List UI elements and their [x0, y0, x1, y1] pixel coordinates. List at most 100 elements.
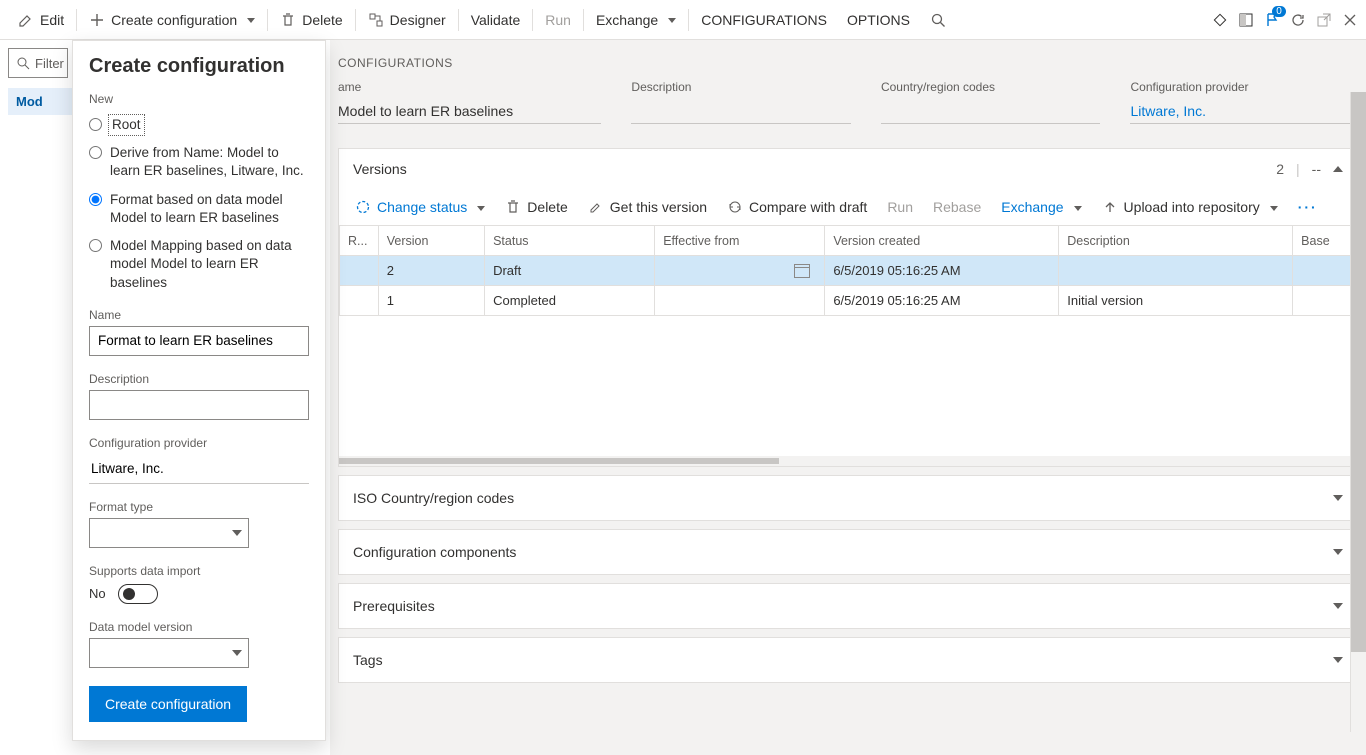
versions-table: R... Version Status Effective from Versi… [339, 225, 1357, 316]
option-format-label: Format based on data model Model to lear… [110, 191, 309, 227]
col-base[interactable]: Base [1293, 226, 1357, 256]
chevron-down-icon [1333, 603, 1343, 609]
option-format[interactable]: Format based on data model Model to lear… [89, 191, 309, 227]
provider-field-label: Configuration provider [89, 436, 309, 450]
description-label: Description [631, 80, 851, 94]
change-status-button[interactable]: Change status [347, 193, 493, 221]
create-config-label: Create configuration [111, 12, 237, 28]
chevron-down-icon [1333, 495, 1343, 501]
name-value: Model to learn ER baselines [338, 98, 601, 124]
validate-button[interactable]: Validate [461, 1, 531, 39]
option-derive[interactable]: Derive from Name: Model to learn ER base… [89, 144, 309, 180]
radio-derive[interactable] [89, 146, 102, 159]
name-field[interactable] [89, 326, 309, 356]
designer-label: Designer [390, 12, 446, 28]
chevron-down-icon [664, 12, 676, 28]
provider-value[interactable]: Litware, Inc. [1130, 98, 1350, 124]
col-status[interactable]: Status [485, 226, 655, 256]
chevron-down-icon [232, 650, 242, 656]
refresh-icon[interactable] [1290, 12, 1306, 28]
provider-label: Configuration provider [1130, 80, 1350, 94]
delete-button[interactable]: Delete [270, 1, 352, 39]
trash-icon [505, 199, 521, 215]
rebase-button: Rebase [925, 193, 989, 221]
radio-format[interactable] [89, 193, 102, 206]
chevron-up-icon[interactable] [1333, 166, 1343, 172]
notification-count: 0 [1272, 6, 1286, 17]
versions-extra: -- [1312, 161, 1321, 177]
search-icon [15, 55, 31, 71]
options-label: OPTIONS [847, 12, 910, 28]
designer-button[interactable]: Designer [358, 1, 456, 39]
edit-button-label: Edit [40, 12, 64, 28]
tree-item-label: Mod [16, 94, 43, 109]
compare-button[interactable]: Compare with draft [719, 193, 875, 221]
version-exchange-button[interactable]: Exchange [993, 193, 1089, 221]
more-button[interactable]: ··· [1290, 193, 1326, 221]
iso-section[interactable]: ISO Country/region codes [338, 475, 1358, 521]
popout-icon[interactable] [1316, 12, 1332, 28]
col-rev[interactable]: R... [340, 226, 379, 256]
get-version-button[interactable]: Get this version [580, 193, 715, 221]
top-toolbar: Edit Create configuration Delete Designe… [0, 0, 1366, 40]
calendar-icon[interactable] [794, 264, 810, 278]
search-icon [930, 12, 946, 28]
table-row[interactable]: 2 Draft 6/5/2019 05:16:25 AM [340, 256, 1357, 286]
edit-button[interactable]: Edit [8, 1, 74, 39]
option-mapping[interactable]: Model Mapping based on data model Model … [89, 237, 309, 292]
upload-repo-button[interactable]: Upload into repository [1094, 193, 1286, 221]
col-effective[interactable]: Effective from [655, 226, 825, 256]
version-delete-button[interactable]: Delete [497, 193, 575, 221]
options-tab[interactable]: OPTIONS [837, 1, 920, 39]
col-description[interactable]: Description [1059, 226, 1293, 256]
notification-button[interactable]: 0 [1264, 12, 1280, 28]
components-section[interactable]: Configuration components [338, 529, 1358, 575]
option-root-label: Root [110, 116, 143, 134]
chevron-down-icon [1333, 657, 1343, 663]
create-config-button[interactable]: Create configuration [79, 1, 265, 39]
provider-field [89, 454, 309, 484]
col-created[interactable]: Version created [825, 226, 1059, 256]
versions-title: Versions [353, 161, 407, 177]
plus-icon [89, 12, 105, 28]
dropdown-title: Create configuration [89, 55, 309, 78]
country-value [881, 98, 1101, 124]
data-model-version-select[interactable] [89, 638, 249, 668]
chevron-down-icon [1266, 199, 1278, 215]
vertical-scrollbar[interactable] [1350, 92, 1366, 732]
versions-count: 2 [1276, 161, 1284, 177]
configurations-label: CONFIGURATIONS [701, 12, 827, 28]
search-button[interactable] [920, 1, 956, 39]
close-icon[interactable] [1342, 12, 1358, 28]
name-label: ame [338, 80, 601, 94]
supports-import-toggle[interactable] [118, 584, 158, 604]
option-root[interactable]: Root [89, 116, 309, 134]
description-value [631, 98, 851, 124]
create-config-submit[interactable]: Create configuration [89, 686, 247, 722]
description-field[interactable] [89, 390, 309, 420]
data-model-version-label: Data model version [89, 620, 309, 634]
dropdown-new-label: New [89, 92, 309, 106]
run-label: Run [545, 12, 571, 28]
exchange-button[interactable]: Exchange [586, 1, 686, 39]
chevron-down-icon [1070, 199, 1082, 215]
col-version[interactable]: Version [378, 226, 484, 256]
configurations-tab[interactable]: CONFIGURATIONS [691, 1, 837, 39]
chevron-down-icon [473, 199, 485, 215]
app-icon[interactable] [1238, 12, 1254, 28]
prereq-section[interactable]: Prerequisites [338, 583, 1358, 629]
table-row[interactable]: 1 Completed 6/5/2019 05:16:25 AM Initial… [340, 286, 1357, 316]
supports-import-label: Supports data import [89, 564, 309, 578]
diamond-icon[interactable] [1212, 12, 1228, 28]
horizontal-scrollbar[interactable] [339, 456, 1357, 466]
tags-section[interactable]: Tags [338, 637, 1358, 683]
filter-input[interactable]: Filter [8, 48, 68, 78]
name-field-label: Name [89, 308, 309, 322]
format-type-select[interactable] [89, 518, 249, 548]
format-type-label: Format type [89, 500, 309, 514]
main-pane: CONFIGURATIONS ame Model to learn ER bas… [330, 40, 1366, 755]
radio-mapping[interactable] [89, 239, 102, 252]
option-derive-label: Derive from Name: Model to learn ER base… [110, 144, 309, 180]
radio-root[interactable] [89, 118, 102, 131]
create-config-dropdown: Create configuration New Root Derive fro… [72, 40, 326, 741]
